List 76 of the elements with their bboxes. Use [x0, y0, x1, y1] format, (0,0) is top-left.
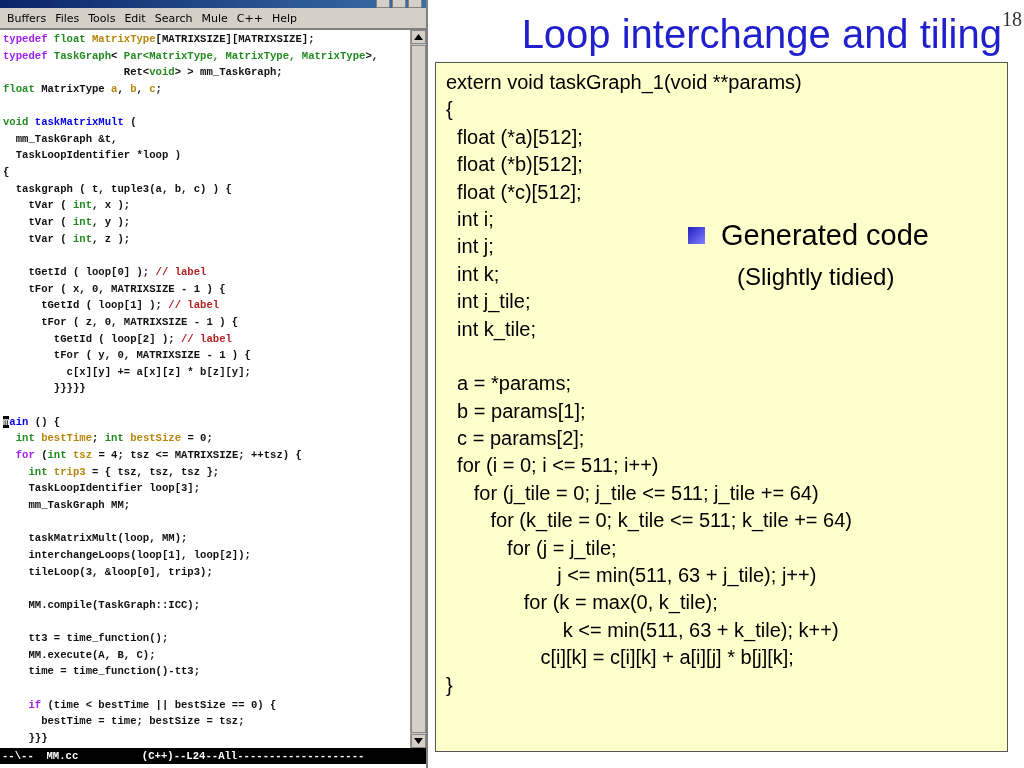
code-line: typedef float MatrixType[MATRIXSIZE][MATRIXSIZE]; [3, 32, 315, 47]
code-line: int i; [456, 206, 494, 232]
code-line: { [446, 97, 453, 123]
code-line: void taskMatrixMult ( [3, 115, 137, 131]
code-line: for (j = j_tile; [506, 535, 617, 562]
code-line: time = time_function()-tt3; [27, 664, 201, 680]
code-line: taskgraph ( t, tuple3(a, b, c) ) { [14, 181, 232, 197]
code-line: } [446, 672, 453, 698]
code-line: tFor ( y, 0, MATRIXSIZE - 1 ) { [52, 348, 251, 364]
scroll-up-icon[interactable] [411, 30, 426, 44]
code-line: int j_tile; [456, 289, 531, 315]
code-line: main () { [3, 414, 61, 430]
menu-item[interactable]: Buffers [6, 11, 48, 25]
code-line: MM.execute(A, B, C); [27, 647, 156, 663]
note-text: (Slightly tidied) [737, 263, 895, 291]
code-line: tFor ( x, 0, MATRIXSIZE - 1 ) { [27, 281, 226, 297]
code-line: c[i][k] = c[i][k] + a[i][j] * b[j][k]; [539, 645, 794, 671]
code-line: int k; [456, 261, 500, 287]
menu-item[interactable]: C++ [235, 11, 264, 25]
code-line: TaskLoopIdentifier loop[3]; [27, 481, 201, 497]
code-line: MM.compile(TaskGraph::ICC); [27, 597, 201, 613]
code-line: typedef TaskGraph< Par<MatrixType, MatrixType, MatrixType>, [3, 48, 379, 64]
code-line: a = *params; [456, 371, 572, 397]
code-line: float (*a)[512]; [456, 124, 583, 150]
code-line: float MatrixType a, b, c; [3, 81, 162, 97]
code-line: mm_TaskGraph MM; [27, 497, 131, 513]
code-line: for (int tsz = 4; tsz <= MATRIXSIZE; ++tsz) { [14, 448, 302, 463]
slide-title: Loop interchange and tiling [521, 12, 1002, 57]
code-line: int bestTime; int bestSize = 0; [14, 431, 213, 447]
code-line: bestTime = time; bestSize = tsz; [40, 714, 245, 730]
code-line: for (j_tile = 0; j_tile <= 511; j_tile += 64) [472, 480, 819, 507]
bullet-text: Generated code [721, 219, 929, 252]
menu-item[interactable]: Help [270, 11, 298, 25]
code-line: c[x][y] += a[x][z] * b[z][y]; [65, 364, 251, 380]
code-line: extern void taskGraph_1(void **params) [446, 70, 802, 96]
code-line: float (*b)[512]; [456, 152, 583, 178]
code-line: float (*c)[512]; [456, 179, 582, 205]
menu-item[interactable]: Tools [87, 11, 117, 25]
code-line: tFor ( z, 0, MATRIXSIZE - 1 ) { [40, 314, 239, 330]
code-line: tVar ( int, y ); [27, 215, 131, 231]
code-line: Ret<void> > mm_TaskGraph; [122, 65, 283, 81]
code-line: mm_TaskGraph &t, [14, 131, 118, 147]
code-line: tGetId ( loop[0] ); // label [27, 264, 207, 280]
maximize-icon[interactable] [392, 0, 406, 8]
bullet-icon [688, 227, 705, 244]
menu-item[interactable]: Edit [123, 11, 147, 25]
code-line: for (k_tile = 0; k_tile <= 511; k_tile += 64) [489, 508, 852, 534]
code-line: int trip3 = { tsz, tsz, tsz }; [27, 464, 220, 480]
code-line: k <= min(511, 63 + k_tile); k++) [561, 617, 839, 644]
code-line: tt3 = time_function(); [27, 631, 169, 647]
code-line: if (time < bestTime || bestSize == 0) { [27, 697, 277, 713]
code-line: int j; [456, 234, 494, 260]
code-line: for (i = 0; i <= 511; i++) [456, 453, 659, 479]
code-line: interchangeLoops(loop[1], loop[2]); [27, 547, 251, 563]
code-line: b = params[1]; [456, 398, 586, 424]
code-line: TaskLoopIdentifier *loop ) [14, 148, 181, 164]
code-line: }}}}} [52, 381, 86, 397]
code-line: j <= min(511, 63 + j_tile); j++) [555, 563, 817, 589]
code-line: taskMatrixMult(loop, MM); [27, 531, 188, 547]
scroll-down-icon[interactable] [411, 734, 426, 748]
page-number: 18 [1002, 8, 1022, 31]
code-line: c = params[2]; [456, 426, 585, 452]
close-icon[interactable] [408, 0, 422, 8]
menu-item[interactable]: Files [54, 11, 81, 25]
code-line: { [3, 165, 10, 181]
code-line: tVar ( int, z ); [27, 231, 131, 247]
code-line: tGetId ( loop[1] ); // label [40, 298, 220, 314]
code-line: tVar ( int, x ); [27, 198, 131, 214]
code-line: for (k = max(0, k_tile); [522, 590, 718, 616]
code-line: int k_tile; [456, 316, 537, 343]
code-line: tileLoop(3, &loop[0], trip3); [27, 564, 213, 580]
code-line: }}} [27, 730, 48, 746]
code-line: tGetId ( loop[2] ); // label [52, 331, 232, 347]
menu-item[interactable]: Search [153, 11, 194, 25]
minimize-icon[interactable] [376, 0, 390, 8]
menu-item[interactable]: Mule [200, 11, 229, 25]
